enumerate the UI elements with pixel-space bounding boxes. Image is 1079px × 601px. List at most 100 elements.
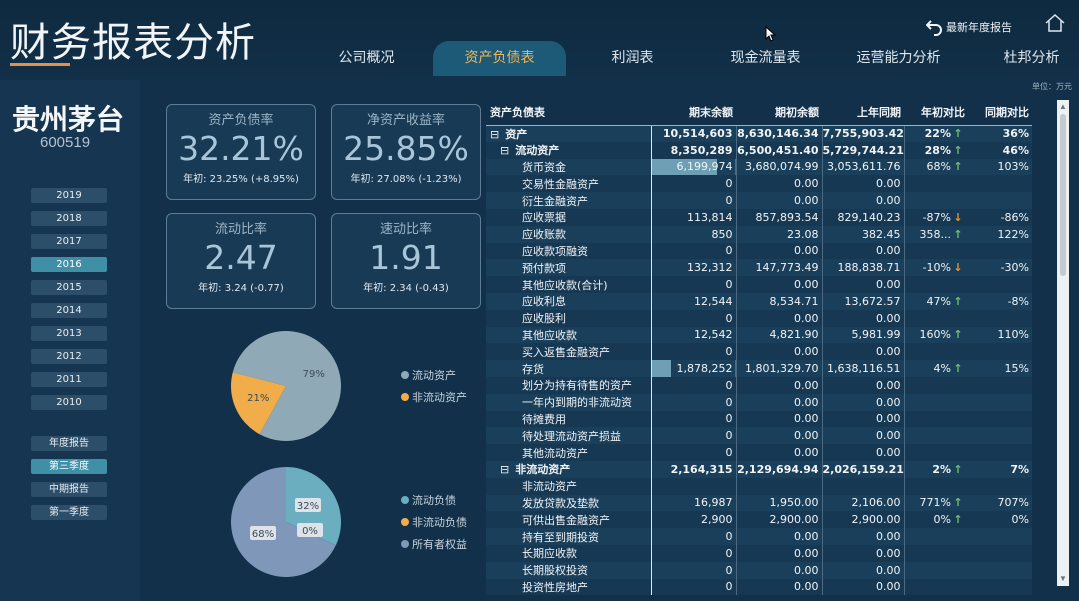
table-row[interactable]: 划分为持有待售的资产 0 0.00 0.00	[486, 376, 1032, 394]
year-start-compare-cell	[904, 376, 968, 394]
tab-3[interactable]: 现金流量表	[699, 41, 832, 76]
column-header-3[interactable]: 上年同期	[822, 100, 904, 126]
collapse-toggle-icon[interactable]: ⊟	[500, 144, 509, 157]
table-scrollbar[interactable]: ▲ ▼	[1057, 100, 1069, 586]
kpi-value: 1.91	[369, 238, 443, 277]
table-row[interactable]: 其他应收款(合计) 0 0.00 0.00	[486, 276, 1032, 293]
legend-dot-icon	[401, 496, 409, 504]
home-icon[interactable]	[1044, 12, 1066, 34]
latest-report-button[interactable]: 最新年度报告	[926, 18, 1012, 36]
table-row[interactable]: 投资性房地产 0 0.00 0.00	[486, 578, 1032, 596]
table-row[interactable]: 可供出售金融资产 2,900 2,900.00 2,900.00 0% ↑ 0%	[486, 511, 1032, 529]
table-row[interactable]: 其他流动资产 0 0.00 0.00	[486, 444, 1032, 461]
year-button-2012[interactable]: 2012	[31, 349, 107, 364]
table-row[interactable]: 非流动资产	[486, 477, 1032, 495]
capital-pie-legend: 流动负债 非流动负债 所有者权益	[401, 489, 467, 555]
legend-item-0[interactable]: 流动负债	[401, 489, 467, 511]
table-row[interactable]: ⊟ 资产 10,514,603 8,630,146.34 7,755,903.42 22%…	[486, 125, 1032, 142]
tab-2[interactable]: 利润表	[566, 41, 699, 76]
period-button-3[interactable]: 第一季度	[31, 505, 107, 520]
table-row[interactable]: 应收账款 850 23.08 382.45 358... ↑ 122%	[486, 225, 1032, 243]
table-row[interactable]: ⊟ 流动资产 8,350,289 6,500,451.40 5,729,744.21 28…	[486, 141, 1032, 159]
tab-1[interactable]: 资产负债表	[433, 41, 566, 76]
table-row[interactable]: 应收利息 12,544 8,534.71 13,672.57 47% ↑ -8%	[486, 292, 1032, 310]
year-button-2018[interactable]: 2018	[31, 211, 107, 226]
table-row[interactable]: 应收款项融资 0 0.00 0.00	[486, 242, 1032, 260]
row-label: 非流动资产	[522, 480, 577, 494]
year-button-2013[interactable]: 2013	[31, 326, 107, 341]
same-period-compare-cell	[968, 561, 1032, 579]
period-button-0[interactable]: 年度报告	[31, 436, 107, 451]
table-row[interactable]: 待处理流动资产损益 0 0.00 0.00	[486, 427, 1032, 445]
year-start-compare-cell: 2% ↑	[904, 460, 968, 478]
table-row[interactable]: 存货 1,878,252 1,801,329.70 1,638,116.51 4% ↑ 15…	[486, 360, 1032, 377]
begin-balance-cell: 8,630,146.34	[736, 125, 823, 142]
period-button-1[interactable]: 第三季度	[31, 459, 107, 474]
row-label: 资产	[505, 127, 528, 141]
tab-0[interactable]: 公司概况	[300, 41, 433, 76]
column-header-5[interactable]: 同期对比	[968, 100, 1032, 126]
scroll-up-icon[interactable]: ▲	[1059, 102, 1067, 111]
legend-item-1[interactable]: 非流动资产	[401, 386, 467, 408]
begin-balance-cell: 0.00	[736, 376, 823, 394]
table-row[interactable]: 持有至到期投资 0 0.00 0.00	[486, 528, 1032, 545]
year-start-compare-cell: 358... ↑	[904, 225, 968, 243]
end-balance-cell: 0	[651, 444, 737, 461]
table-row[interactable]: 买入返售金融资产 0 0.00 0.00	[486, 343, 1032, 361]
last-balance-cell: 5,981.99	[822, 326, 905, 344]
year-button-2017[interactable]: 2017	[31, 234, 107, 249]
same-period-compare-cell: 103%	[968, 158, 1032, 176]
last-balance-cell: 829,140.23	[822, 208, 905, 226]
column-header-2[interactable]: 期初余额	[736, 100, 822, 126]
title-underline	[10, 63, 70, 66]
table-row[interactable]: 其他应收款 12,542 4,821.90 5,981.99 160% ↑ 110%	[486, 326, 1032, 344]
scroll-thumb[interactable]	[1060, 114, 1066, 276]
legend-item-1[interactable]: 非流动负债	[401, 511, 467, 533]
collapse-toggle-icon[interactable]: ⊟	[500, 463, 509, 476]
table-row[interactable]: 交易性金融资产 0 0.00 0.00	[486, 175, 1032, 193]
table-row[interactable]: ⊟ 非流动资产 2,164,315 2,129,694.94 2,026,159.21 2…	[486, 460, 1032, 478]
scroll-down-icon[interactable]: ▼	[1059, 574, 1067, 583]
year-button-2015[interactable]: 2015	[31, 280, 107, 295]
column-header-0[interactable]: 资产负债表	[486, 100, 651, 126]
last-balance-cell: 0.00	[822, 393, 905, 411]
ratio-wrapper: 47% ↑	[905, 295, 966, 308]
company-name: 贵州茅台	[12, 103, 125, 136]
table-row[interactable]: 衍生金融资产 0 0.00 0.00	[486, 192, 1032, 209]
table-row[interactable]: 应收股利 0 0.00 0.00	[486, 309, 1032, 327]
kpi-value: 2.47	[204, 238, 278, 277]
row-label-cell: 非流动资产	[486, 477, 652, 495]
column-header-1[interactable]: 期末余额	[651, 100, 736, 126]
tab-4[interactable]: 运营能力分析	[832, 41, 965, 76]
row-label-cell: 划分为持有待售的资产	[486, 376, 652, 394]
year-button-2011[interactable]: 2011	[31, 372, 107, 387]
table-row[interactable]: 应收票据 113,814 857,893.54 829,140.23 -87% ↓ -86%	[486, 208, 1032, 226]
column-header-4[interactable]: 年初对比	[904, 100, 968, 126]
pie-value-label-0: 79%	[303, 369, 325, 380]
year-button-2010[interactable]: 2010	[31, 395, 107, 410]
table-row[interactable]: 货币资金 6,199,974 3,680,074.99 3,053,611.76 68%…	[486, 158, 1032, 176]
table-row[interactable]: 长期股权投资 0 0.00 0.00	[486, 561, 1032, 579]
year-button-2019[interactable]: 2019	[31, 188, 107, 203]
row-label-cell: 应收账款	[486, 225, 652, 243]
legend-item-0[interactable]: 流动资产	[401, 364, 467, 386]
last-balance-cell: 0.00	[822, 343, 905, 361]
capital-structure-pie: 32% 0% 68%	[231, 467, 341, 577]
table-row[interactable]: 预付款项 132,312 147,773.49 188,838.71 -10% ↓ -30%	[486, 259, 1032, 277]
pie-value-label-2: 68%	[252, 529, 274, 540]
tab-5[interactable]: 杜邦分析	[965, 41, 1079, 76]
row-label: 长期股权投资	[522, 564, 588, 578]
table-row[interactable]: 待摊费用 0 0.00 0.00	[486, 410, 1032, 428]
year-button-2014[interactable]: 2014	[31, 303, 107, 318]
period-button-2[interactable]: 中期报告	[31, 482, 107, 497]
legend-item-2[interactable]: 所有者权益	[401, 533, 467, 555]
last-balance-cell: 0.00	[822, 410, 905, 428]
table-row[interactable]: 长期应收款 0 0.00 0.00	[486, 544, 1032, 562]
table-row[interactable]: 一年内到期的非流动资 0 0.00 0.00	[486, 393, 1032, 411]
year-button-2016[interactable]: 2016	[31, 257, 107, 272]
table-row[interactable]: 发放贷款及垫款 16,987 1,950.00 2,106.00 771% ↑ 707%	[486, 494, 1032, 512]
collapse-toggle-icon[interactable]: ⊟	[490, 128, 499, 141]
arrow-up-icon: ↑	[953, 143, 963, 157]
row-label: 流动资产	[515, 144, 560, 158]
same-period-compare-cell	[968, 477, 1032, 495]
